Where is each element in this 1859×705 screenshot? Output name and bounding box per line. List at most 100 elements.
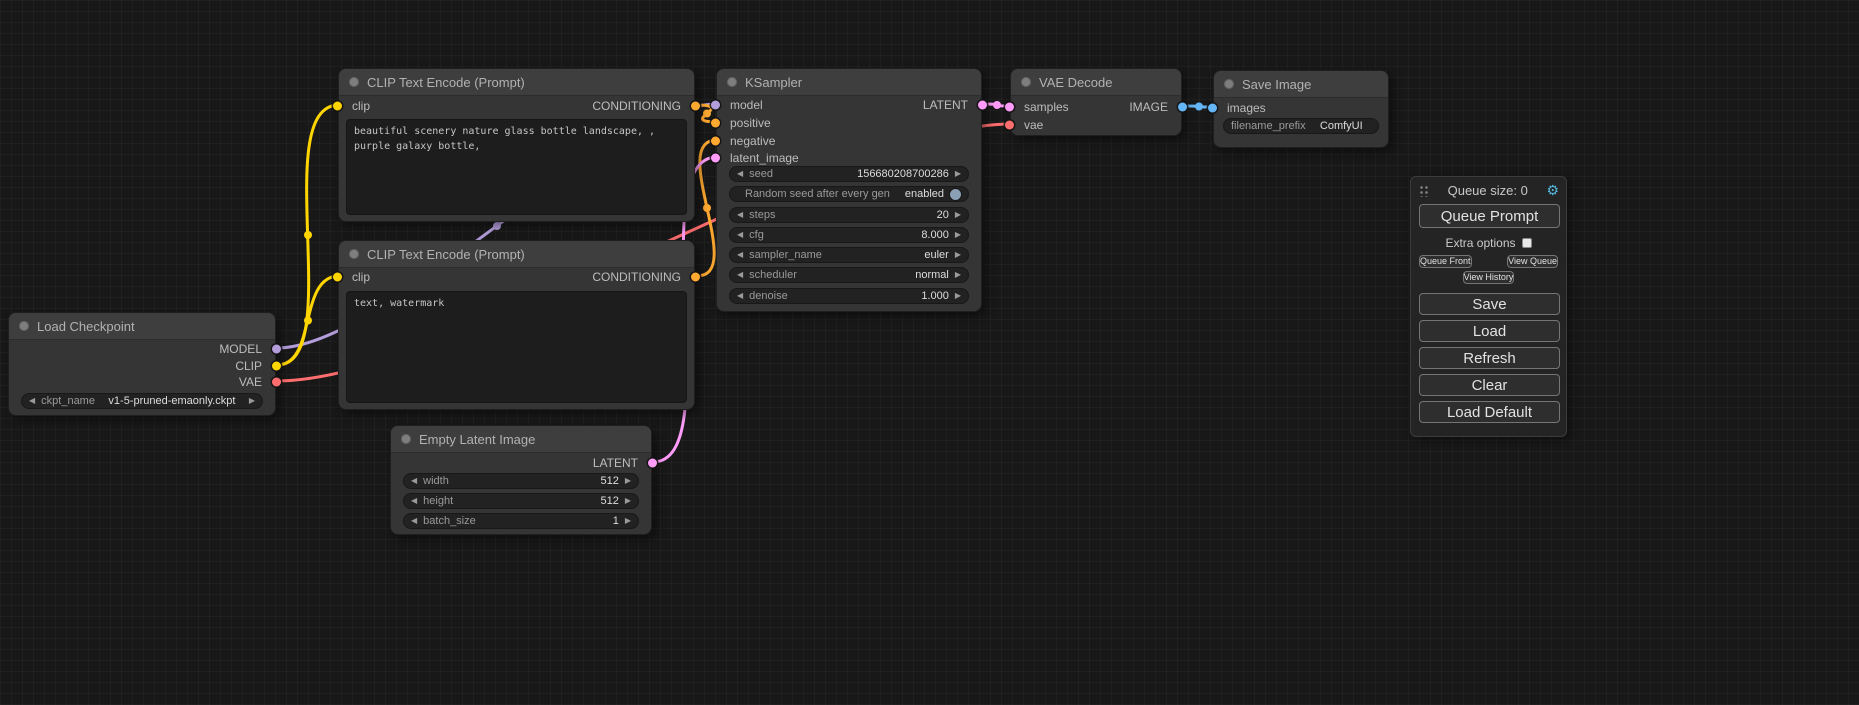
widget-denoise[interactable]: denoise 1.000 (729, 288, 969, 304)
decrement-arrow-icon[interactable] (737, 231, 743, 239)
decrement-arrow-icon[interactable] (737, 271, 743, 279)
widget-batch-size[interactable]: batch_size 1 (403, 513, 639, 529)
extra-options-checkbox[interactable] (1522, 238, 1532, 248)
node-save-image[interactable]: Save Image images filename_prefix ComfyU… (1213, 70, 1389, 148)
output-port-vae[interactable] (272, 378, 281, 387)
port-row-clip-conditioning: clip CONDITIONING (339, 269, 694, 285)
output-port-latent[interactable] (648, 459, 657, 468)
view-history-button[interactable]: View History (1463, 271, 1515, 284)
widget-label: sampler_name (749, 249, 822, 261)
increment-arrow-icon[interactable] (955, 211, 961, 219)
increment-arrow-icon[interactable] (625, 517, 631, 525)
node-title-bar[interactable]: Load Checkpoint (9, 313, 275, 340)
output-port-conditioning[interactable] (691, 273, 700, 282)
decrement-arrow-icon[interactable] (737, 292, 743, 300)
node-status-icon (727, 77, 737, 87)
widget-scheduler[interactable]: scheduler normal (729, 267, 969, 283)
output-port-latent[interactable] (978, 101, 987, 110)
widget-value: ComfyUI (1312, 120, 1371, 132)
output-row-latent: LATENT (391, 455, 651, 471)
input-port-latent-image[interactable] (711, 154, 720, 163)
input-port-model[interactable] (711, 101, 720, 110)
input-port-positive[interactable] (711, 119, 720, 128)
node-title-bar[interactable]: CLIP Text Encode (Prompt) (339, 241, 694, 268)
input-port-samples[interactable] (1005, 103, 1014, 112)
widget-label: ckpt_name (41, 395, 95, 407)
refresh-button[interactable]: Refresh (1419, 347, 1560, 369)
clear-button[interactable]: Clear (1419, 374, 1560, 396)
node-clip-text-encode-positive[interactable]: CLIP Text Encode (Prompt) clip CONDITION… (338, 68, 695, 222)
view-history-row: View History (1419, 271, 1558, 284)
save-button[interactable]: Save (1419, 293, 1560, 315)
decrement-arrow-icon[interactable] (411, 497, 417, 505)
increment-arrow-icon[interactable] (955, 251, 961, 259)
output-port-conditioning[interactable] (691, 102, 700, 111)
node-title-bar[interactable]: KSampler (717, 69, 981, 96)
node-title: VAE Decode (1039, 75, 1112, 90)
widget-random-seed-toggle[interactable]: Random seed after every gen enabled (729, 186, 969, 202)
widget-value: 1 (613, 515, 619, 527)
node-title: Empty Latent Image (419, 432, 535, 447)
node-graph-canvas[interactable]: Load Checkpoint MODEL CLIP VAE ckpt_name… (0, 0, 1859, 705)
widget-value: enabled (905, 188, 944, 200)
prompt-text-input[interactable]: text, watermark (346, 291, 687, 403)
port-row-model-latent: model LATENT (717, 97, 981, 113)
queue-front-button[interactable]: Queue Front (1419, 255, 1472, 268)
node-ksampler[interactable]: KSampler model LATENT positive negative … (716, 68, 982, 312)
node-title-bar[interactable]: CLIP Text Encode (Prompt) (339, 69, 694, 96)
settings-gear-icon[interactable] (1546, 183, 1559, 197)
widget-height[interactable]: height 512 (403, 493, 639, 509)
widget-sampler-name[interactable]: sampler_name euler (729, 247, 969, 263)
widget-steps[interactable]: steps 20 (729, 207, 969, 223)
increment-arrow-icon[interactable] (955, 231, 961, 239)
widget-value: normal (915, 269, 949, 281)
decrement-arrow-icon[interactable] (737, 170, 743, 178)
widget-cfg[interactable]: cfg 8.000 (729, 227, 969, 243)
increment-arrow-icon[interactable] (955, 170, 961, 178)
load-default-button[interactable]: Load Default (1419, 401, 1560, 423)
input-port-clip[interactable] (333, 102, 342, 111)
input-port-vae[interactable] (1005, 121, 1014, 130)
input-port-images[interactable] (1208, 104, 1217, 113)
node-empty-latent-image[interactable]: Empty Latent Image LATENT width 512 heig… (390, 425, 652, 535)
input-port-clip[interactable] (333, 273, 342, 282)
increment-arrow-icon[interactable] (625, 477, 631, 485)
increment-arrow-icon[interactable] (625, 497, 631, 505)
view-queue-button[interactable]: View Queue (1507, 255, 1558, 268)
output-port-clip[interactable] (272, 362, 281, 371)
load-button[interactable]: Load (1419, 320, 1560, 342)
widget-width[interactable]: width 512 (403, 473, 639, 489)
node-vae-decode[interactable]: VAE Decode samples IMAGE vae (1010, 68, 1182, 136)
queue-prompt-button[interactable]: Queue Prompt (1419, 204, 1560, 228)
node-clip-text-encode-negative[interactable]: CLIP Text Encode (Prompt) clip CONDITION… (338, 240, 695, 410)
node-title-bar[interactable]: VAE Decode (1011, 69, 1181, 96)
output-label-latent: LATENT (593, 456, 638, 470)
output-port-image[interactable] (1178, 103, 1187, 112)
decrement-arrow-icon[interactable] (29, 397, 35, 405)
input-label-clip: clip (352, 99, 370, 113)
widget-seed[interactable]: seed 156680208700286 (729, 166, 969, 182)
widget-value: 1.000 (921, 290, 949, 302)
widget-filename-prefix[interactable]: filename_prefix ComfyUI (1223, 118, 1379, 134)
drag-handle-icon[interactable] (1418, 184, 1429, 197)
node-load-checkpoint[interactable]: Load Checkpoint MODEL CLIP VAE ckpt_name… (8, 312, 276, 416)
widget-label: height (423, 495, 453, 507)
node-title-bar[interactable]: Save Image (1214, 71, 1388, 98)
toggle-knob-icon[interactable] (950, 189, 961, 200)
decrement-arrow-icon[interactable] (411, 477, 417, 485)
input-port-negative[interactable] (711, 137, 720, 146)
link-dot-conditioning-negative (703, 204, 711, 212)
increment-arrow-icon[interactable] (955, 271, 961, 279)
decrement-arrow-icon[interactable] (411, 517, 417, 525)
node-title-bar[interactable]: Empty Latent Image (391, 426, 651, 453)
widget-ckpt-name[interactable]: ckpt_name v1-5-pruned-emaonly.ckpt (21, 393, 263, 409)
input-label-samples: samples (1024, 100, 1069, 114)
decrement-arrow-icon[interactable] (737, 251, 743, 259)
prompt-text-input[interactable]: beautiful scenery nature glass bottle la… (346, 119, 687, 215)
increment-arrow-icon[interactable] (249, 397, 255, 405)
output-port-model[interactable] (272, 345, 281, 354)
decrement-arrow-icon[interactable] (737, 211, 743, 219)
increment-arrow-icon[interactable] (955, 292, 961, 300)
output-label-clip: CLIP (235, 359, 262, 373)
port-row-samples-image: samples IMAGE (1011, 99, 1181, 115)
